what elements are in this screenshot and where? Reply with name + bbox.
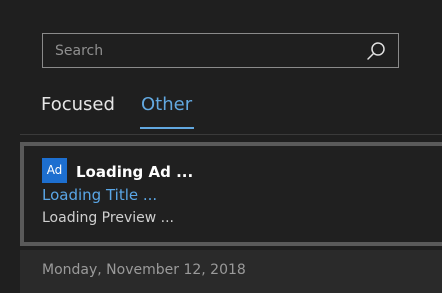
tab-selected-indicator [140,127,194,129]
ad-list-item[interactable]: Ad Loading Ad ... Loading Title ... Load… [20,142,442,246]
ad-sender: Loading Ad ... [76,163,194,181]
search-box[interactable] [42,33,399,68]
ad-title: Loading Title ... [42,186,158,204]
ad-preview: Loading Preview ... [42,210,174,226]
ad-badge: Ad [42,158,67,183]
search-icon[interactable] [366,41,386,61]
date-group-header: Monday, November 12, 2018 [20,250,442,293]
tab-focused[interactable]: Focused [41,93,115,117]
search-input[interactable] [55,34,355,67]
mail-list-pane: Focused Other Ad Loading Ad ... Loading … [0,0,442,293]
tab-other[interactable]: Other [141,93,192,117]
divider [20,134,442,135]
date-header-label: Monday, November 12, 2018 [42,262,246,278]
